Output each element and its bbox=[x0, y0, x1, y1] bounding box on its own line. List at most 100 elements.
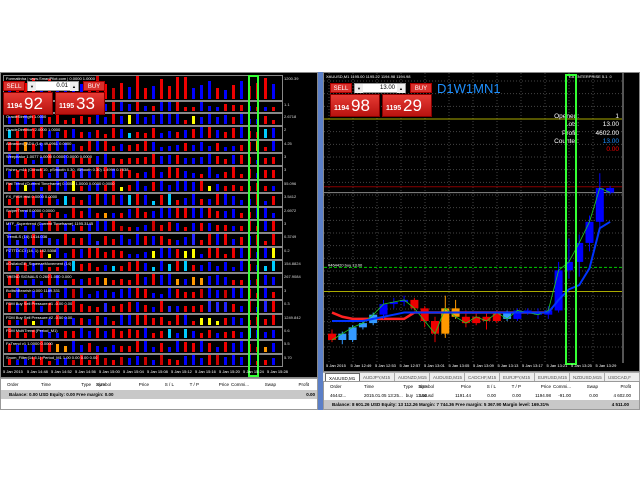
buy-button[interactable]: BUY bbox=[410, 83, 432, 93]
indicator-pane[interactable]: TrendLS (14) 1414.036 bbox=[3, 233, 283, 247]
indicator-bar bbox=[208, 81, 211, 99]
column-header: S / L bbox=[164, 382, 174, 387]
increase-lot-icon[interactable]: ▲ bbox=[397, 84, 405, 93]
indicator-bar bbox=[120, 315, 123, 325]
indicator-bar bbox=[264, 200, 267, 205]
indicator-bar bbox=[208, 199, 211, 205]
indicator-bar bbox=[256, 251, 259, 259]
sell-price-button[interactable]: 1194 92 bbox=[3, 92, 53, 115]
indicator-bar bbox=[216, 173, 219, 178]
sell-button[interactable]: SELL bbox=[3, 81, 25, 91]
indicator-bar bbox=[232, 342, 235, 352]
indicator-bar bbox=[136, 253, 139, 259]
lot-value[interactable]: 0.01 bbox=[56, 83, 68, 89]
indicator-pane[interactable]: FDM MultiTrend (Period_M1) bbox=[3, 326, 283, 341]
xauusd-chart[interactable]: #464420 buy 13.001200.271199.671199.0711… bbox=[323, 72, 640, 372]
indicator-bar bbox=[64, 330, 67, 339]
indicator-bar bbox=[136, 314, 139, 325]
indicator-bar bbox=[184, 305, 187, 312]
lot-value[interactable]: 13.00 bbox=[380, 85, 395, 91]
indicator-pane[interactable]: FX_FISH Hist 0.0000 0.0000 bbox=[3, 193, 283, 207]
indicator-pane[interactable]: Advanced_ADX (14) 49.0961 0.0000 bbox=[3, 139, 283, 154]
indicator-bar bbox=[256, 107, 259, 111]
indicator-bar bbox=[184, 292, 187, 299]
indicator-bar bbox=[208, 146, 211, 152]
indicator-pane[interactable]: OracleDirection 2.0000 1.0000 bbox=[3, 126, 283, 140]
indicator-bar bbox=[248, 130, 251, 138]
buy-price-button[interactable]: 1195 33 bbox=[55, 92, 105, 115]
indicator-pane[interactable]: Snom_Filter(14,5,1) Period_M1 1.00 0.00 … bbox=[3, 353, 283, 367]
indicator-pane[interactable]: FDM Buy Sell Pressure #1 -0.00 0.00 bbox=[3, 300, 283, 314]
indicator-bar bbox=[176, 360, 179, 365]
indicator-bar bbox=[248, 343, 251, 352]
indicator-bar bbox=[216, 194, 219, 205]
chart-header: XAUUSD,M1 1195.00 1195.22 1194.98 1194.9… bbox=[326, 74, 411, 79]
indicator-pane[interactable]: OracleStrength 1.0000 bbox=[3, 113, 283, 127]
indicator-bar bbox=[104, 220, 107, 232]
indicator-bar bbox=[152, 235, 155, 245]
indicator-pane[interactable]: FxTrend v1 1.0000 0.0000 bbox=[3, 340, 283, 354]
time-axis-label: 5 Jan 13:05 bbox=[448, 363, 470, 368]
sell-price-button[interactable]: 1194 98 bbox=[330, 94, 380, 117]
indicator-bar bbox=[152, 332, 155, 339]
indicator-pane[interactable]: Fisher_m11 (Ocrock 10, pSmooth 0.30, iSm… bbox=[3, 166, 283, 180]
increase-lot-icon[interactable]: ▲ bbox=[70, 82, 78, 91]
indicator-bar bbox=[64, 213, 67, 218]
indicator-pane[interactable]: TREND SIGNALS 0.260 1.000 0.000 bbox=[3, 273, 283, 287]
decrease-lot-icon[interactable]: ▼ bbox=[28, 82, 36, 91]
lot-size-input[interactable]: ▼ 0.01 ▲ bbox=[27, 81, 79, 91]
balance-row[interactable]: Balance: 8 601.26 USD Equity: 13 112.26 … bbox=[324, 400, 639, 409]
candle-body bbox=[461, 316, 470, 324]
column-header: T / P bbox=[511, 384, 521, 389]
indicator-bar bbox=[240, 199, 243, 205]
lot-size-input[interactable]: ▼ 13.00 ▲ bbox=[354, 83, 406, 93]
indicator-bar bbox=[112, 329, 115, 339]
indicator-bar bbox=[32, 345, 35, 352]
indicator-bar bbox=[192, 207, 195, 218]
indicator-pane[interactable]: Weepitator 1.0077 0.0000 0.0000 0.0000 0… bbox=[3, 153, 283, 167]
indicator-pane[interactable]: SniperTrend 0.0000 0.0000 bbox=[3, 206, 283, 220]
order-row[interactable]: 46442... 2015.01.05 13:25... buy 13.00 xauus… bbox=[324, 391, 639, 400]
indicator-pane[interactable]: MTF_Supertrend (Current Timeframe) 1195.… bbox=[3, 219, 283, 234]
buy-button[interactable]: BUY bbox=[83, 81, 105, 91]
balance-row[interactable]: Balance: 0.00 USD Equity: 0.00 Free marg… bbox=[1, 390, 317, 399]
indicator-bar bbox=[144, 117, 147, 125]
buy-price-button[interactable]: 1195 29 bbox=[382, 94, 432, 117]
indicator-label: SniperTrend 0.0000 0.0000 bbox=[6, 207, 55, 213]
indicator-bar bbox=[216, 143, 219, 152]
indicator-bar bbox=[248, 279, 251, 285]
order-cell: buy bbox=[405, 393, 413, 398]
indicator-bar bbox=[104, 116, 107, 125]
one-click-trade-panel: SELL ▼ 13.00 ▲ BUY 1194 98 1195 29 bbox=[330, 83, 432, 117]
indicator-pane[interactable]: #OsilatoGE_SqueezeMovement (14) bbox=[3, 260, 283, 274]
indicator-bar bbox=[64, 130, 67, 138]
indicator-bar bbox=[176, 332, 179, 339]
indicator-bar bbox=[256, 306, 259, 312]
indicator-bar bbox=[176, 76, 179, 99]
indicator-bar bbox=[272, 156, 275, 165]
indicator-bar bbox=[184, 314, 187, 325]
indicator-bar bbox=[120, 357, 123, 365]
indicator-pane[interactable]: PZTTDCCI (14, 1) 152.5308 bbox=[3, 246, 283, 261]
indicator-pane[interactable]: BullishBearish 0.000 1189.331 bbox=[3, 286, 283, 301]
indicator-bar bbox=[240, 356, 243, 365]
indicator-bar bbox=[64, 287, 67, 299]
indicator-bar bbox=[80, 145, 83, 152]
indicator-bar bbox=[160, 180, 163, 192]
indicator-bar bbox=[224, 234, 227, 245]
indicator-bar bbox=[8, 359, 11, 365]
decrease-lot-icon[interactable]: ▼ bbox=[355, 84, 363, 93]
indicator-bar bbox=[24, 345, 27, 352]
terminal-header: Order Time Type Size Symbol Price S / LT / P Pr… bbox=[1, 380, 317, 389]
indicator-bar bbox=[168, 85, 171, 99]
candle-body bbox=[575, 242, 584, 262]
indicator-pane[interactable]: Flat Trend (Current Timeframe) 0.0000 1.… bbox=[3, 179, 283, 194]
indicator-pane[interactable]: FDM Buy Sell Pressure #2 -0.50 0.00 bbox=[3, 313, 283, 327]
indicator-label: BullishBearish 0.000 1189.331 bbox=[6, 287, 60, 293]
indicator-bar bbox=[48, 332, 51, 339]
indicator-bar bbox=[160, 354, 163, 365]
sell-button[interactable]: SELL bbox=[330, 83, 352, 93]
left-indicator-chart[interactable]: Formatinha | www.SmartPilot.com | 0.0000… bbox=[0, 72, 318, 378]
indicator-bar bbox=[160, 171, 163, 178]
indicator-bar bbox=[72, 301, 75, 312]
